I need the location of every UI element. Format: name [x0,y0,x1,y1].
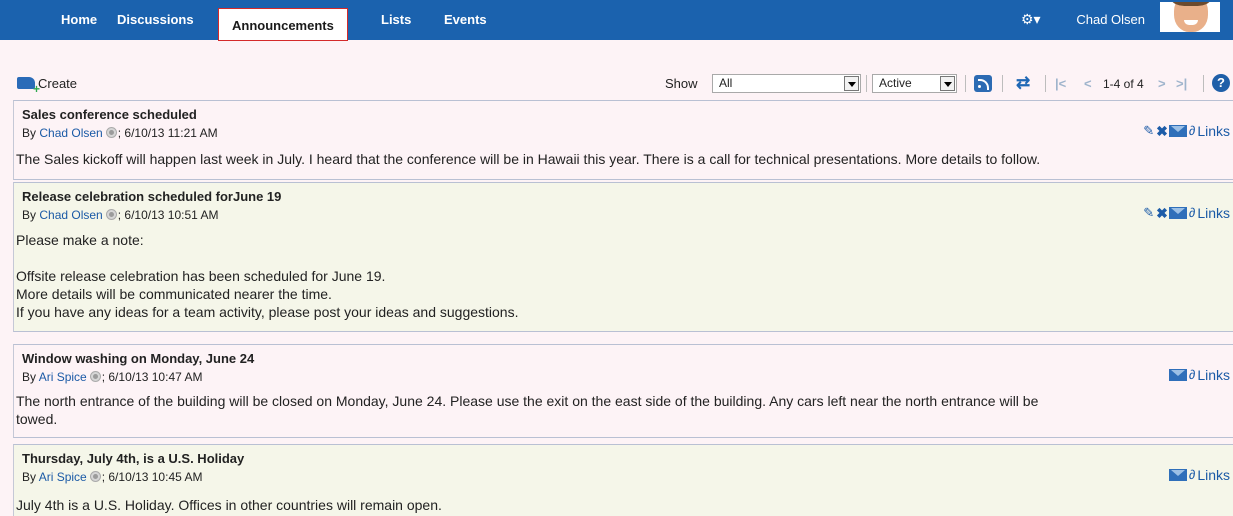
presence-icon[interactable] [89,371,101,382]
chevron-down-icon[interactable] [940,76,955,91]
announcement-actions: ✎ ✖ ∂ Links [1143,203,1230,221]
next-page-icon[interactable]: > [1158,74,1166,94]
announcement-body: The Sales kickoff will happen last week … [16,151,1041,167]
by-label: By [22,126,37,140]
email-icon[interactable] [1168,207,1187,220]
author-link[interactable]: Ari Spice [39,470,87,484]
links-button[interactable]: Links [1197,466,1230,484]
presence-icon[interactable] [105,127,117,138]
create-button[interactable]: Create [17,74,78,95]
announcement-byline: By Chad Olsen ; 6/10/13 10:51 AM [22,208,218,222]
create-announcement-icon [17,77,40,95]
refresh-icon[interactable]: ⇄ [1016,73,1030,93]
rss-feed-icon[interactable] [974,75,992,92]
pager-range: 1-4 of 4 [1103,77,1144,91]
announcement-byline: By Ari Spice ; 6/10/13 10:45 AM [22,470,202,484]
previous-page-icon[interactable]: < [1084,74,1092,94]
tab-events[interactable]: Events [444,0,487,40]
links-button[interactable]: Links [1197,204,1230,222]
divider [1203,75,1204,92]
announcement-title: Sales conference scheduled [22,107,197,122]
link-icon[interactable]: ∂ [1189,366,1195,384]
last-page-icon[interactable]: >| [1176,74,1187,94]
by-label: By [22,370,37,384]
create-label: Create [38,76,78,91]
announcement-byline: By Chad Olsen ; 6/10/13 11:21 AM [22,126,218,140]
delete-icon[interactable]: ✖ [1156,204,1168,222]
presence-icon[interactable] [105,209,117,220]
author-link[interactable]: Chad Olsen [39,126,102,140]
first-page-icon[interactable]: |< [1055,74,1066,94]
links-button[interactable]: Links [1197,122,1230,140]
announcement-item: Sales conference scheduled By Chad Olsen… [13,100,1233,180]
announcement-actions: ∂ Links [1168,365,1230,384]
announcement-body: July 4th is a U.S. Holiday. Offices in o… [16,497,442,513]
by-label: By [22,470,37,484]
announcement-title: Thursday, July 4th, is a U.S. Holiday [22,451,245,466]
presence-icon[interactable] [89,471,101,482]
announcement-byline: By Ari Spice ; 6/10/13 10:47 AM [22,370,202,384]
divider [1045,75,1046,92]
link-icon[interactable]: ∂ [1189,204,1195,222]
posted-date: ; 6/10/13 11:21 AM [117,126,218,140]
show-filter-value: All [719,76,733,90]
announcements-toolbar: Create Show All Active ⇄ |< < 1-4 of 4 >… [0,72,1233,96]
divider [866,75,867,92]
links-button[interactable]: Links [1197,366,1230,384]
announcement-actions: ∂ Links [1168,465,1230,484]
chevron-down-icon[interactable] [844,76,859,91]
tab-home[interactable]: Home [61,0,97,40]
edit-icon[interactable]: ✎ [1143,122,1154,140]
posted-date: ; 6/10/13 10:47 AM [101,370,203,384]
status-filter-value: Active [879,76,912,90]
tab-announcements[interactable]: Announcements [218,8,348,41]
posted-date: ; 6/10/13 10:51 AM [117,208,219,222]
tab-discussions[interactable]: Discussions [117,0,194,40]
announcement-body: The north entrance of the building will … [16,393,1039,427]
email-icon[interactable] [1168,369,1187,382]
avatar[interactable] [1160,2,1220,32]
announcement-item: Thursday, July 4th, is a U.S. Holiday By… [13,444,1233,516]
announcement-actions: ✎ ✖ ∂ Links [1143,121,1230,139]
author-link[interactable]: Chad Olsen [39,208,102,222]
divider [965,75,966,92]
announcement-item: Release celebration scheduled forJune 19… [13,182,1233,332]
by-label: By [22,208,37,222]
announcement-title: Window washing on Monday, June 24 [22,351,255,366]
author-link[interactable]: Ari Spice [39,370,87,384]
email-icon[interactable] [1168,469,1187,482]
gear-icon[interactable]: ⚙▾ [1021,11,1043,27]
help-icon[interactable]: ? [1212,74,1230,92]
show-filter-select[interactable]: All [712,74,861,93]
link-icon[interactable]: ∂ [1189,466,1195,484]
show-label: Show [665,76,698,91]
top-nav-bar: Home Discussions Announcements Lists Eve… [0,0,1233,41]
posted-date: ; 6/10/13 10:45 AM [101,470,203,484]
link-icon[interactable]: ∂ [1189,122,1195,140]
tab-lists[interactable]: Lists [381,0,411,40]
email-icon[interactable] [1168,125,1187,138]
user-name[interactable]: Chad Olsen [1076,0,1145,40]
edit-icon[interactable]: ✎ [1143,204,1154,222]
announcement-item: Window washing on Monday, June 24 By Ari… [13,344,1233,438]
divider [1002,75,1003,92]
announcement-body: Please make a note: Offsite release cele… [16,232,519,320]
delete-icon[interactable]: ✖ [1156,122,1168,140]
announcement-title: Release celebration scheduled forJune 19 [22,189,282,204]
status-filter-select[interactable]: Active [872,74,957,93]
